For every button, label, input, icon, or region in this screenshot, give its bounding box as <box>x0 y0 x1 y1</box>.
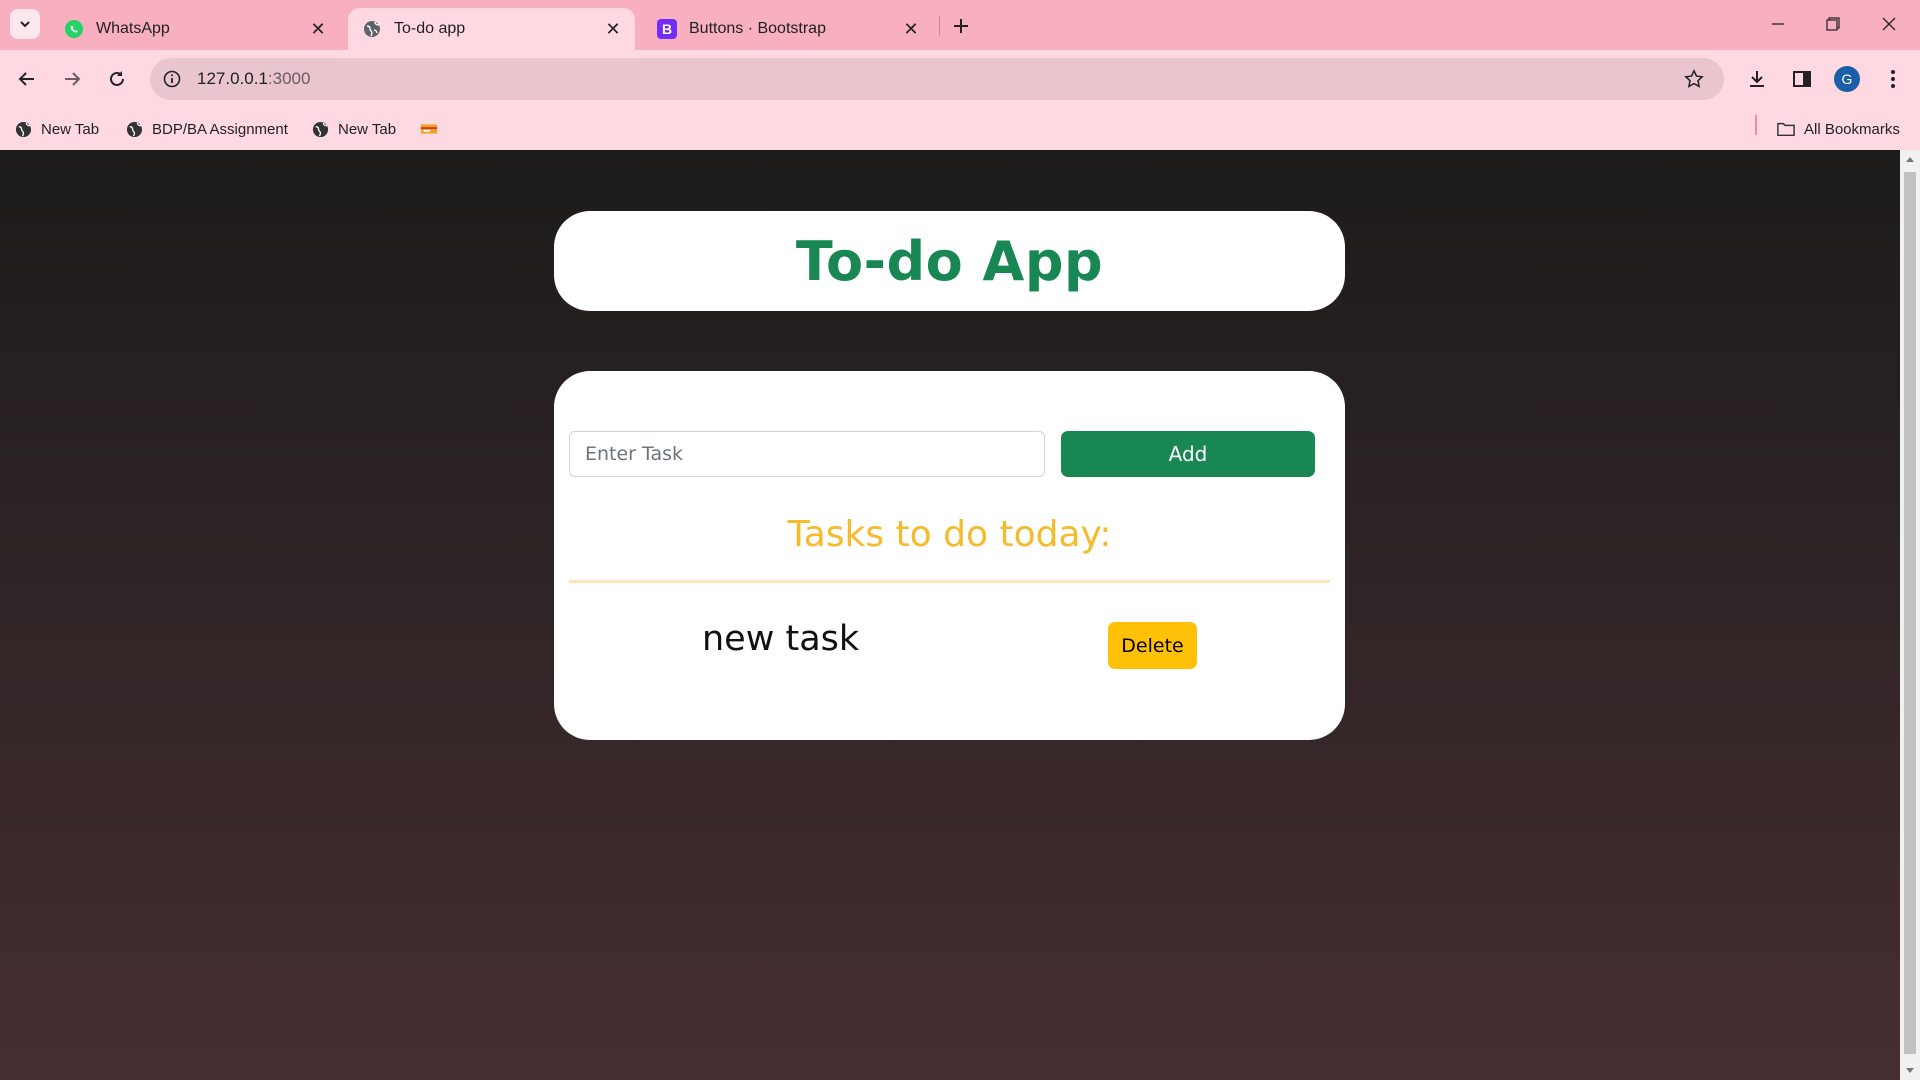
bootstrap-icon: B <box>657 19 677 39</box>
forward-button[interactable] <box>55 62 89 96</box>
divider <box>569 580 1330 583</box>
bookmark-label: New Tab <box>41 120 100 138</box>
address-bar[interactable]: 127.0.0.1:3000 <box>150 58 1724 100</box>
folder-icon <box>1777 120 1795 138</box>
arrow-right-icon <box>65 72 81 86</box>
card-icon <box>420 120 438 138</box>
close-window-button[interactable] <box>1869 8 1909 40</box>
arrow-left-icon <box>18 72 34 86</box>
all-bookmarks-label: All Bookmarks <box>1804 120 1900 138</box>
tab-todo-app[interactable]: To-do app ✕ <box>348 8 635 50</box>
downloads-button[interactable] <box>1740 62 1774 96</box>
bookmark-item[interactable]: New Tab <box>311 116 396 142</box>
task-text: new task <box>702 619 860 659</box>
tab-whatsapp[interactable]: WhatsApp ✕ <box>50 8 340 50</box>
url-host: 127.0.0.1 <box>197 69 268 88</box>
download-icon <box>1750 71 1764 87</box>
plus-icon <box>954 19 968 33</box>
profile-button[interactable]: G <box>1830 62 1864 96</box>
svg-text:B: B <box>662 21 672 37</box>
back-button[interactable] <box>10 62 44 96</box>
tab-title: Buttons · Bootstrap <box>689 20 826 37</box>
minimize-button[interactable] <box>1758 8 1798 40</box>
tasks-heading: Tasks to do today: <box>787 514 1112 555</box>
whatsapp-icon <box>64 19 84 39</box>
globe-icon <box>362 19 382 39</box>
page-title: To-do App <box>795 229 1104 293</box>
scroll-down-icon[interactable] <box>1900 1062 1920 1080</box>
tab-search-button[interactable] <box>10 9 40 39</box>
page-viewport: To-do App Add Tasks to do today: new tas… <box>0 150 1900 1080</box>
reload-icon <box>110 71 124 86</box>
close-icon[interactable]: ✕ <box>899 17 923 41</box>
bookmarks-bar: New Tab BDP/BA Assignment New Tab All Bo… <box>0 108 1920 150</box>
todo-card: Add Tasks to do today: new task Delete <box>554 371 1345 740</box>
add-button[interactable]: Add <box>1061 431 1315 477</box>
delete-button[interactable]: Delete <box>1108 622 1197 669</box>
restore-button[interactable] <box>1813 8 1853 40</box>
globe-icon <box>14 120 32 138</box>
side-panel-button[interactable] <box>1785 62 1819 96</box>
tab-separator <box>939 16 940 36</box>
minimize-icon <box>1772 23 1784 25</box>
bookmarks-separator <box>1755 115 1757 135</box>
bookmark-label: New Tab <box>338 120 397 138</box>
url-port: :3000 <box>267 69 311 88</box>
tab-strip: WhatsApp ✕ To-do app ✕ B Buttons · Boots… <box>0 0 1920 50</box>
scrollbar-thumb[interactable] <box>1904 172 1916 1054</box>
scroll-up-icon[interactable] <box>1900 150 1920 168</box>
bookmark-star-icon[interactable] <box>1682 67 1706 91</box>
close-icon <box>1882 17 1896 31</box>
restore-icon <box>1826 17 1840 31</box>
avatar: G <box>1834 66 1860 92</box>
new-tab-button[interactable] <box>947 12 975 40</box>
bookmark-label: BDP/BA Assignment <box>152 120 288 138</box>
tab-title: WhatsApp <box>96 20 170 37</box>
bookmark-item[interactable]: New Tab <box>14 116 99 142</box>
side-panel-icon <box>1793 71 1811 87</box>
tab-title: To-do app <box>394 20 466 37</box>
list-item: new task Delete <box>554 611 1345 671</box>
scrollbar[interactable] <box>1900 150 1920 1080</box>
globe-icon <box>311 120 329 138</box>
globe-icon <box>125 120 143 138</box>
header-card: To-do App <box>554 211 1345 311</box>
close-icon[interactable]: ✕ <box>601 17 625 41</box>
site-info-icon[interactable] <box>160 67 184 91</box>
all-bookmarks-button[interactable]: All Bookmarks <box>1777 116 1900 142</box>
close-icon[interactable]: ✕ <box>306 17 330 41</box>
browser-toolbar: 127.0.0.1:3000 G <box>0 50 1920 108</box>
tab-bootstrap[interactable]: B Buttons · Bootstrap ✕ <box>643 8 933 50</box>
menu-button[interactable] <box>1876 62 1910 96</box>
reload-button[interactable] <box>100 62 134 96</box>
url-text[interactable]: 127.0.0.1:3000 <box>197 69 310 89</box>
task-input[interactable] <box>569 431 1045 477</box>
bookmark-item[interactable]: BDP/BA Assignment <box>125 116 288 142</box>
more-vert-icon <box>1891 70 1895 88</box>
bookmark-item[interactable] <box>420 116 447 142</box>
chevron-down-icon <box>20 21 30 28</box>
